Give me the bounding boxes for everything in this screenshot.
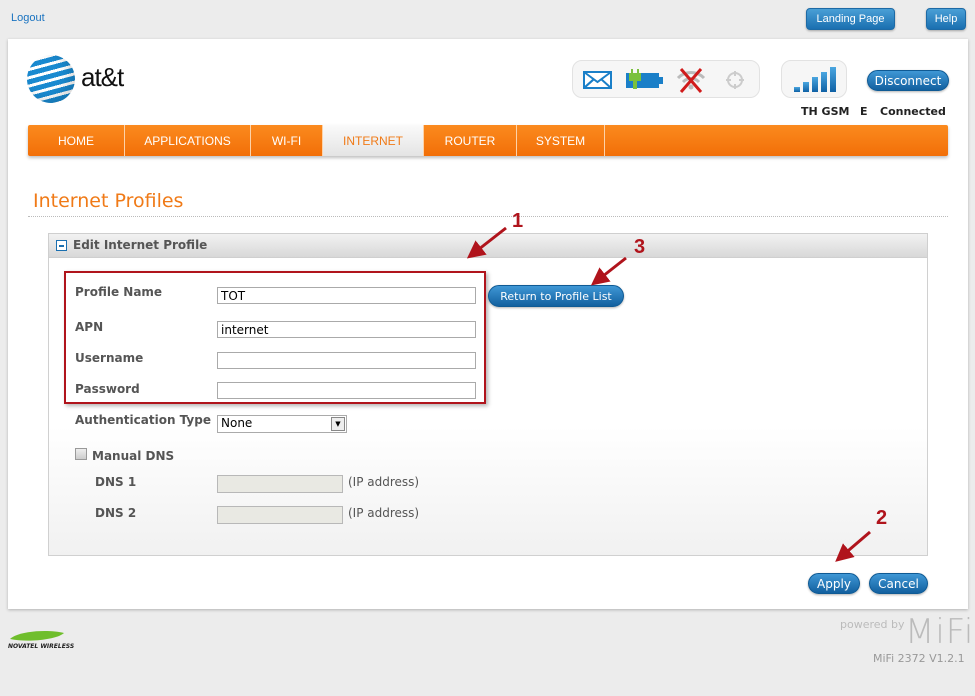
firmware-version: MiFi 2372 V1.2.1 <box>873 652 965 665</box>
mifi-logo: MiFi <box>905 612 975 652</box>
wifi-disabled-icon <box>676 68 706 93</box>
username-input[interactable] <box>217 352 476 369</box>
dns1-input[interactable] <box>217 475 343 493</box>
novatel-wireless-text: NOVATEL WIRELESS <box>8 643 75 650</box>
help-button[interactable]: Help <box>926 8 966 30</box>
battery-charging-icon <box>626 69 663 89</box>
chevron-down-icon[interactable]: ▼ <box>331 417 345 431</box>
carrier-label: TH GSM <box>801 105 850 118</box>
att-globe-logo <box>27 55 75 103</box>
manual-dns-checkbox[interactable] <box>75 448 87 460</box>
username-label: Username <box>75 351 144 365</box>
network-type-label: E <box>860 105 868 118</box>
nav-home[interactable]: HOME <box>28 125 125 156</box>
nav-system[interactable]: SYSTEM <box>517 125 605 156</box>
title-divider <box>28 216 948 217</box>
powered-by-text: powered by <box>840 618 905 631</box>
apn-label: APN <box>75 320 104 334</box>
dns1-label: DNS 1 <box>95 475 137 489</box>
profile-name-input[interactable] <box>217 287 476 304</box>
dns2-input[interactable] <box>217 506 343 524</box>
auth-type-select[interactable]: None ▼ <box>217 415 347 433</box>
annotation-3: 3 <box>634 236 646 258</box>
device-status-panel <box>572 60 760 98</box>
dns2-hint: (IP address) <box>348 506 420 520</box>
return-to-profile-list-button[interactable]: Return to Profile List <box>488 285 624 307</box>
auth-type-label: Authentication Type <box>75 413 211 427</box>
nav-wifi[interactable]: WI-FI <box>251 125 323 156</box>
signal-bars-icon <box>794 67 836 92</box>
profile-name-label: Profile Name <box>75 285 163 299</box>
page-title: Internet Profiles <box>33 190 184 212</box>
password-input[interactable] <box>217 382 476 399</box>
apn-input[interactable] <box>217 321 476 338</box>
nav-router[interactable]: ROUTER <box>424 125 517 156</box>
nav-internet[interactable]: INTERNET <box>323 125 424 156</box>
envelope-icon[interactable] <box>583 70 613 90</box>
logout-link[interactable]: Logout <box>11 12 45 24</box>
signal-strength-panel <box>781 60 847 98</box>
annotation-2: 2 <box>876 507 888 529</box>
att-logo-text: at&t <box>81 62 124 92</box>
apply-button[interactable]: Apply <box>808 573 860 594</box>
connection-status-label: Connected <box>880 105 946 118</box>
collapse-icon[interactable] <box>56 240 67 251</box>
landing-page-button[interactable]: Landing Page <box>806 8 895 30</box>
annotation-1: 1 <box>512 210 524 232</box>
manual-dns-label: Manual DNS <box>92 449 175 463</box>
panel-title: Edit Internet Profile <box>73 238 208 252</box>
gps-icon <box>726 71 744 89</box>
disconnect-button[interactable]: Disconnect <box>867 70 949 91</box>
password-label: Password <box>75 382 140 396</box>
main-nav: HOME APPLICATIONS WI-FI INTERNET ROUTER … <box>28 125 948 156</box>
nav-applications[interactable]: APPLICATIONS <box>125 125 251 156</box>
novatel-swoosh-logo <box>10 631 64 641</box>
dns2-label: DNS 2 <box>95 506 137 520</box>
dns1-hint: (IP address) <box>348 475 420 489</box>
auth-type-value: None <box>221 416 253 430</box>
cancel-button[interactable]: Cancel <box>869 573 928 594</box>
